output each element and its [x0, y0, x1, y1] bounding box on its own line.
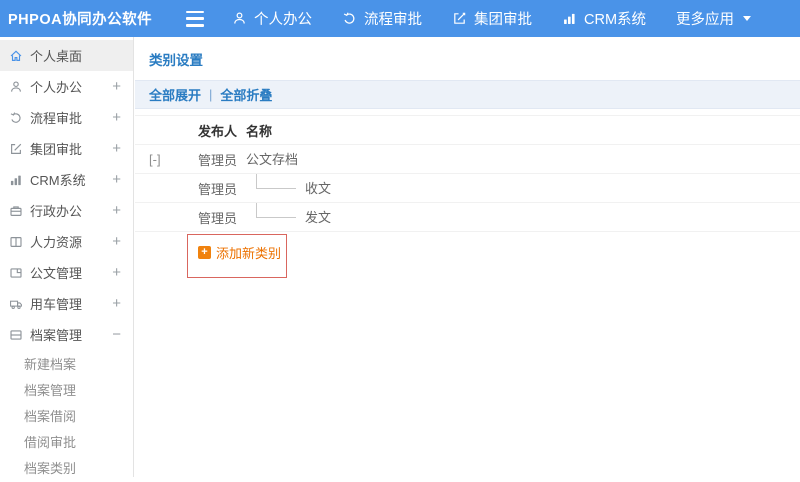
- add-new-category-button[interactable]: + 添加新类别: [198, 243, 281, 262]
- hamburger-icon[interactable]: [186, 10, 206, 27]
- expand-plus-icon[interactable]: +: [112, 79, 121, 94]
- bar-chart-icon: [9, 173, 23, 187]
- sidebar-item-personal-office[interactable]: 个人办公 +: [0, 71, 133, 102]
- sidebar-submenu-archive: 新建档案 档案管理 档案借阅 借阅审批 档案类别: [0, 350, 133, 482]
- book-icon: [9, 235, 23, 249]
- table-row: 管理员 发文: [135, 203, 800, 232]
- table-header-row: 发布人 名称: [135, 115, 800, 145]
- flow-icon: [9, 111, 23, 125]
- topnav-label: 更多应用: [676, 12, 735, 28]
- plus-icon: +: [198, 246, 211, 259]
- topnav-label: 集团审批: [474, 12, 532, 28]
- expand-plus-icon[interactable]: +: [112, 203, 121, 218]
- sidebar-item-label: CRM系统: [30, 173, 86, 188]
- publisher-cell: 管理员: [198, 210, 238, 226]
- sidebar-item-admin-office[interactable]: 行政办公 +: [0, 195, 133, 226]
- sidebar-item-personal-desktop[interactable]: 个人桌面: [0, 40, 133, 71]
- sidebar-item-vehicle-management[interactable]: 用车管理 +: [0, 288, 133, 319]
- tree-branch-line: [256, 203, 296, 218]
- expand-plus-icon[interactable]: +: [112, 141, 121, 156]
- truck-icon: [9, 297, 23, 311]
- archive-icon: [9, 328, 23, 342]
- topnav-group-approval[interactable]: 集团审批: [452, 8, 532, 29]
- expand-plus-icon[interactable]: +: [112, 234, 121, 249]
- publisher-cell: 管理员: [198, 181, 238, 197]
- topnav-more-apps[interactable]: 更多应用: [676, 8, 752, 29]
- topnav-crm-system[interactable]: CRM系统: [562, 8, 646, 29]
- annotation-highlight-box: + 添加新类别: [187, 234, 287, 278]
- app-logo: PHPOA协同办公软件: [8, 12, 153, 28]
- sidebar: 个人桌面 个人办公 + 流程审批 + 集团审批 + CRM系统 + 行政办公 +: [0, 37, 134, 477]
- tree-toolbar: 全部展开 | 全部折叠: [135, 80, 800, 109]
- caret-down-icon: [743, 16, 752, 21]
- home-icon: [9, 49, 23, 63]
- sidebar-item-label: 个人办公: [30, 80, 83, 95]
- sidebar-item-label: 个人桌面: [30, 49, 83, 64]
- topnav-label: CRM系统: [584, 12, 647, 28]
- publisher-column-header: 发布人: [198, 123, 238, 139]
- bar-chart-icon: [562, 11, 577, 26]
- sidebar-subitem-archive-borrow[interactable]: 档案借阅: [0, 404, 133, 430]
- publisher-cell: 管理员: [198, 152, 238, 168]
- sidebar-item-label: 行政办公: [30, 204, 83, 219]
- topnav-process-approval[interactable]: 流程审批: [342, 8, 422, 29]
- flow-icon: [342, 11, 357, 26]
- toolbar-separator: |: [209, 87, 213, 102]
- sidebar-item-label: 流程审批: [30, 111, 83, 126]
- sidebar-item-archive-management[interactable]: 档案管理 −: [0, 319, 133, 350]
- expand-plus-icon[interactable]: +: [112, 172, 121, 187]
- table-row: 管理员 收文: [135, 174, 800, 203]
- collapse-all-link[interactable]: 全部折叠: [220, 85, 272, 104]
- sidebar-item-process-approval[interactable]: 流程审批 +: [0, 102, 133, 133]
- edit-icon: [452, 11, 467, 26]
- collapse-minus-icon[interactable]: −: [112, 327, 121, 342]
- add-new-category-label: 添加新类别: [216, 246, 282, 261]
- table-row: [-] 管理员 公文存档: [135, 145, 800, 174]
- topnav-label: 流程审批: [364, 12, 422, 28]
- collapse-toggle[interactable]: [-]: [149, 152, 198, 167]
- category-name[interactable]: 公文存档: [246, 145, 298, 174]
- sidebar-subitem-borrow-approval[interactable]: 借阅审批: [0, 430, 133, 456]
- sidebar-subitem-archive-management[interactable]: 档案管理: [0, 378, 133, 404]
- person-icon: [9, 80, 23, 94]
- topnav-label: 个人办公: [254, 12, 312, 28]
- sidebar-item-label: 集团审批: [30, 142, 83, 157]
- main-content: 类别设置 全部展开 | 全部折叠 发布人 名称 [-] 管理员 公文存档 管理员…: [135, 37, 800, 477]
- person-icon: [232, 11, 247, 26]
- sidebar-item-crm-system[interactable]: CRM系统 +: [0, 164, 133, 195]
- category-table: 发布人 名称 [-] 管理员 公文存档 管理员 收文 管理员 发文: [135, 115, 800, 232]
- sidebar-item-label: 公文管理: [30, 266, 83, 281]
- topnav-personal-office[interactable]: 个人办公: [232, 8, 312, 29]
- sidebar-item-label: 人力资源: [30, 235, 83, 250]
- briefcase-icon: [9, 204, 23, 218]
- category-name[interactable]: 发文: [305, 203, 331, 232]
- sidebar-item-label: 档案管理: [30, 328, 83, 343]
- page-title: 类别设置: [149, 53, 203, 68]
- expand-plus-icon[interactable]: +: [112, 110, 121, 125]
- sidebar-item-group-approval[interactable]: 集团审批 +: [0, 133, 133, 164]
- document-icon: [9, 266, 23, 280]
- expand-plus-icon[interactable]: +: [112, 265, 121, 280]
- tree-branch-line: [256, 174, 296, 189]
- sidebar-item-human-resources[interactable]: 人力资源 +: [0, 226, 133, 257]
- expand-plus-icon[interactable]: +: [112, 296, 121, 311]
- sidebar-subitem-new-archive[interactable]: 新建档案: [0, 352, 133, 378]
- sidebar-subitem-archive-category[interactable]: 档案类别: [0, 456, 133, 482]
- topbar: PHPOA协同办公软件 个人办公 流程审批 集团审批 CRM系统 更多应用: [0, 0, 800, 37]
- category-name[interactable]: 收文: [305, 174, 331, 203]
- top-navigation: 个人办公 流程审批 集团审批 CRM系统 更多应用: [232, 8, 781, 29]
- expand-all-link[interactable]: 全部展开: [149, 85, 201, 104]
- name-column-header: 名称: [246, 123, 273, 139]
- edit-icon: [9, 142, 23, 156]
- sidebar-item-document-management[interactable]: 公文管理 +: [0, 257, 133, 288]
- sidebar-item-label: 用车管理: [30, 297, 83, 312]
